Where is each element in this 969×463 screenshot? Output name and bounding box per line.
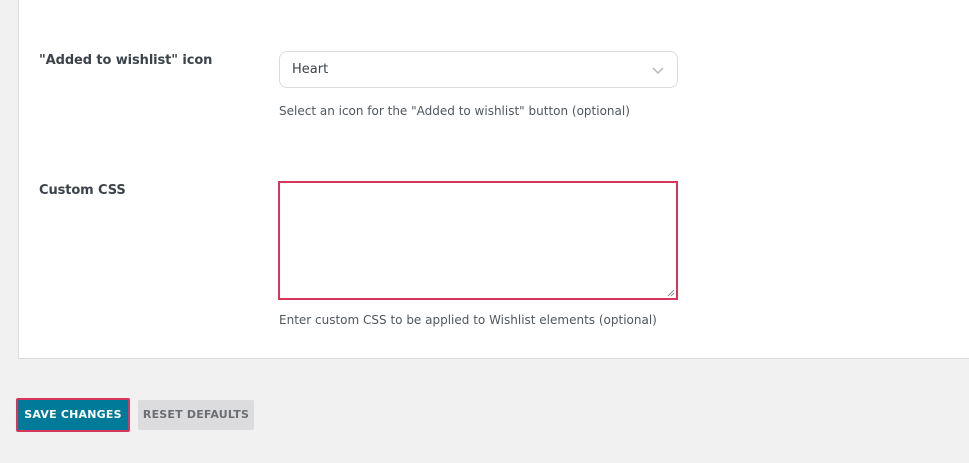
custom-css-textarea[interactable] — [278, 181, 678, 300]
added-icon-select[interactable]: Heart — [279, 51, 678, 88]
resize-handle-icon[interactable] — [667, 289, 675, 297]
added-icon-help-text: Select an icon for the "Added to wishlis… — [279, 104, 630, 118]
added-icon-label: "Added to wishlist" icon — [39, 53, 213, 68]
custom-css-help-text: Enter custom CSS to be applied to Wishli… — [279, 313, 657, 327]
reset-defaults-button[interactable]: RESET DEFAULTS — [138, 400, 254, 430]
save-changes-button[interactable]: SAVE CHANGES — [16, 398, 130, 432]
added-icon-select-value: Heart — [292, 62, 329, 77]
custom-css-label: Custom CSS — [39, 183, 126, 198]
chevron-down-icon — [652, 67, 664, 75]
